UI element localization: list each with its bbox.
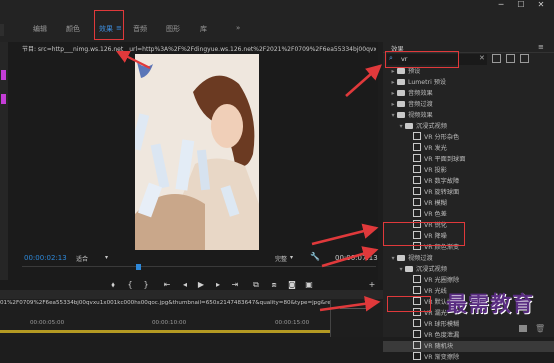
effect-icon (413, 352, 421, 360)
arrow-to-immersive-video (321, 246, 379, 268)
watermark: 最需教育 (446, 292, 534, 316)
tree-effect-item[interactable]: VR 随机块 (383, 341, 554, 352)
effect-icon (413, 341, 421, 349)
tree-item-label: VR 随机块 (424, 343, 454, 350)
arrow-to-search (345, 64, 382, 97)
tree-item-label: VR 渐变擦除 (424, 354, 460, 361)
arrow-to-video-transitions (311, 223, 379, 246)
arrow-to-monitor-title (116, 51, 151, 69)
tree-effect-item[interactable]: VR 渐变擦除 (383, 352, 554, 363)
annotation-arrows (116, 51, 382, 312)
arrow-to-selected-effect (319, 296, 381, 312)
